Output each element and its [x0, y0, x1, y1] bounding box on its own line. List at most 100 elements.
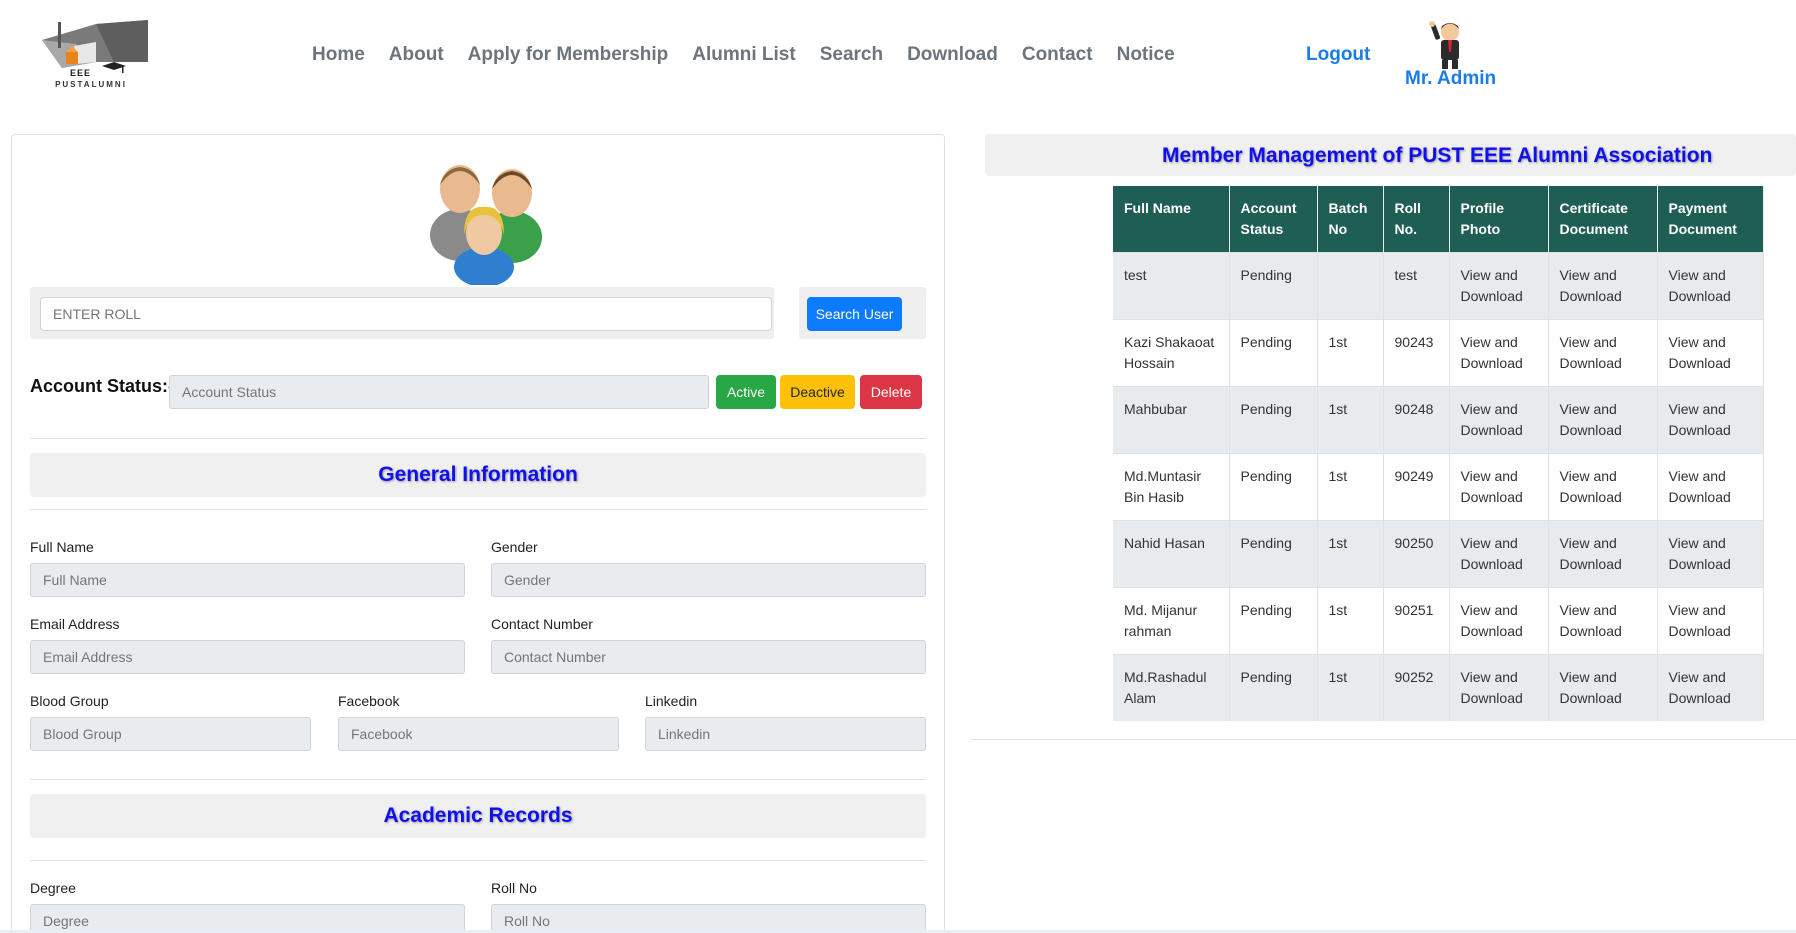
contact-label: Contact Number: [491, 616, 593, 632]
search-input-wrapper: [30, 287, 774, 339]
facebook-field[interactable]: [338, 717, 619, 751]
cell-roll: 90250: [1383, 520, 1450, 588]
payment-link[interactable]: View and Download: [1657, 252, 1764, 320]
payment-link[interactable]: View and Download: [1657, 453, 1764, 521]
gender-field[interactable]: [491, 563, 926, 597]
table-row[interactable]: Md. Mijanur rahman Pending 1st 90251 Vie…: [1113, 587, 1764, 655]
profile-photo-link[interactable]: View and Download: [1449, 520, 1549, 588]
certificate-link[interactable]: View and Download: [1548, 386, 1658, 454]
deactivate-button[interactable]: Deactive: [780, 375, 855, 409]
degree-field[interactable]: [30, 904, 465, 933]
certificate-link[interactable]: View and Download: [1548, 654, 1658, 721]
cell-batch: 1st: [1317, 654, 1384, 721]
profile-photo-link[interactable]: View and Download: [1449, 587, 1549, 655]
nav-contact[interactable]: Contact: [1022, 44, 1093, 66]
table-row[interactable]: Kazi Shakaoat Hossain Pending 1st 90243 …: [1113, 319, 1764, 387]
profile-photo-link[interactable]: View and Download: [1449, 386, 1549, 454]
cell-name: test: [1113, 252, 1230, 320]
account-status-field[interactable]: [169, 375, 709, 409]
cell-batch: 1st: [1317, 520, 1384, 588]
cell-status: Pending: [1229, 453, 1318, 521]
account-status-label: Account Status:-: [30, 376, 174, 396]
blood-group-field[interactable]: [30, 717, 311, 751]
col-certificate-document: Certificate Document: [1548, 186, 1658, 253]
col-batch-no: Batch No: [1317, 186, 1384, 253]
payment-link[interactable]: View and Download: [1657, 520, 1764, 588]
cell-status: Pending: [1229, 520, 1318, 588]
contact-field[interactable]: [491, 640, 926, 674]
delete-button[interactable]: Delete: [860, 375, 922, 409]
site-logo[interactable]: PUSTALUMNI EEE: [36, 18, 156, 98]
payment-link[interactable]: View and Download: [1657, 386, 1764, 454]
logout-link[interactable]: Logout: [1306, 44, 1370, 66]
cell-name: Nahid Hasan: [1113, 520, 1230, 588]
divider: [30, 779, 926, 780]
roll-search-input[interactable]: [40, 297, 772, 331]
table-row[interactable]: Md.Muntasir Bin Hasib Pending 1st 90249 …: [1113, 453, 1764, 521]
table-row[interactable]: Nahid Hasan Pending 1st 90250 View and D…: [1113, 520, 1764, 588]
admin-name[interactable]: Mr. Admin: [1405, 68, 1496, 90]
cell-name: Md.Rashadul Alam: [1113, 654, 1230, 721]
cell-name: Kazi Shakaoat Hossain: [1113, 319, 1230, 387]
nav-alumni-list[interactable]: Alumni List: [692, 44, 795, 66]
table-row[interactable]: test Pending test View and Download View…: [1113, 252, 1764, 320]
gender-label: Gender: [491, 539, 538, 555]
certificate-link[interactable]: View and Download: [1548, 453, 1658, 521]
cell-status: Pending: [1229, 386, 1318, 454]
cell-roll: 90243: [1383, 319, 1450, 387]
full-name-label: Full Name: [30, 539, 94, 555]
activate-button[interactable]: Active: [716, 375, 776, 409]
cell-name: Md. Mijanur rahman: [1113, 587, 1230, 655]
divider: [30, 860, 926, 861]
payment-link[interactable]: View and Download: [1657, 319, 1764, 387]
certificate-link[interactable]: View and Download: [1548, 587, 1658, 655]
email-field[interactable]: [30, 640, 465, 674]
search-button-wrapper: Search User: [799, 287, 926, 339]
profile-photo-link[interactable]: View and Download: [1449, 252, 1549, 320]
cell-status: Pending: [1229, 319, 1318, 387]
certificate-link[interactable]: View and Download: [1548, 520, 1658, 588]
profile-photo-link[interactable]: View and Download: [1449, 319, 1549, 387]
member-management-title: Member Management of PUST EEE Alumni Ass…: [1162, 144, 1713, 167]
payment-link[interactable]: View and Download: [1657, 654, 1764, 721]
col-full-name: Full Name: [1113, 186, 1230, 253]
admin-avatar-icon[interactable]: [1424, 20, 1472, 70]
members-table: Full Name Account Status Batch No Roll N…: [1113, 186, 1764, 721]
roll-no-field[interactable]: [491, 904, 926, 933]
roll-no-label: Roll No: [491, 880, 537, 896]
search-user-button[interactable]: Search User: [807, 297, 902, 331]
profile-photo-link[interactable]: View and Download: [1449, 453, 1549, 521]
nav-about[interactable]: About: [389, 44, 444, 66]
cell-status: Pending: [1229, 587, 1318, 655]
logo-eee-text: EEE: [70, 68, 92, 78]
col-payment-document: Payment Document: [1657, 186, 1764, 253]
certificate-link[interactable]: View and Download: [1548, 252, 1658, 320]
nav-notice[interactable]: Notice: [1117, 44, 1175, 66]
cell-name: Md.Muntasir Bin Hasib: [1113, 453, 1230, 521]
cell-roll: 90252: [1383, 654, 1450, 721]
email-label: Email Address: [30, 616, 120, 632]
cell-batch: 1st: [1317, 319, 1384, 387]
col-profile-photo: Profile Photo: [1449, 186, 1549, 253]
nav-search[interactable]: Search: [820, 44, 883, 66]
table-row[interactable]: Md.Rashadul Alam Pending 1st 90252 View …: [1113, 654, 1764, 721]
nav-download[interactable]: Download: [907, 44, 998, 66]
certificate-link[interactable]: View and Download: [1548, 319, 1658, 387]
site-header: PUSTALUMNI EEE Home About Apply for Memb…: [0, 0, 1796, 110]
cell-roll: 90251: [1383, 587, 1450, 655]
logo-subtext: PUSTALUMNI: [55, 80, 127, 89]
academic-records-title: Academic Records: [383, 804, 573, 827]
cell-roll: test: [1383, 252, 1450, 320]
table-row[interactable]: Mahbubar Pending 1st 90248 View and Down…: [1113, 386, 1764, 454]
logo-icon: [42, 20, 148, 73]
degree-label: Degree: [30, 880, 76, 896]
cell-status: Pending: [1229, 252, 1318, 320]
full-name-field[interactable]: [30, 563, 465, 597]
table-header-row: Full Name Account Status Batch No Roll N…: [1113, 186, 1764, 253]
nav-home[interactable]: Home: [312, 44, 365, 66]
payment-link[interactable]: View and Download: [1657, 587, 1764, 655]
nav-apply-membership[interactable]: Apply for Membership: [468, 44, 669, 66]
academic-records-header: Academic Records: [30, 794, 926, 838]
profile-photo-link[interactable]: View and Download: [1449, 654, 1549, 721]
linkedin-field[interactable]: [645, 717, 926, 751]
